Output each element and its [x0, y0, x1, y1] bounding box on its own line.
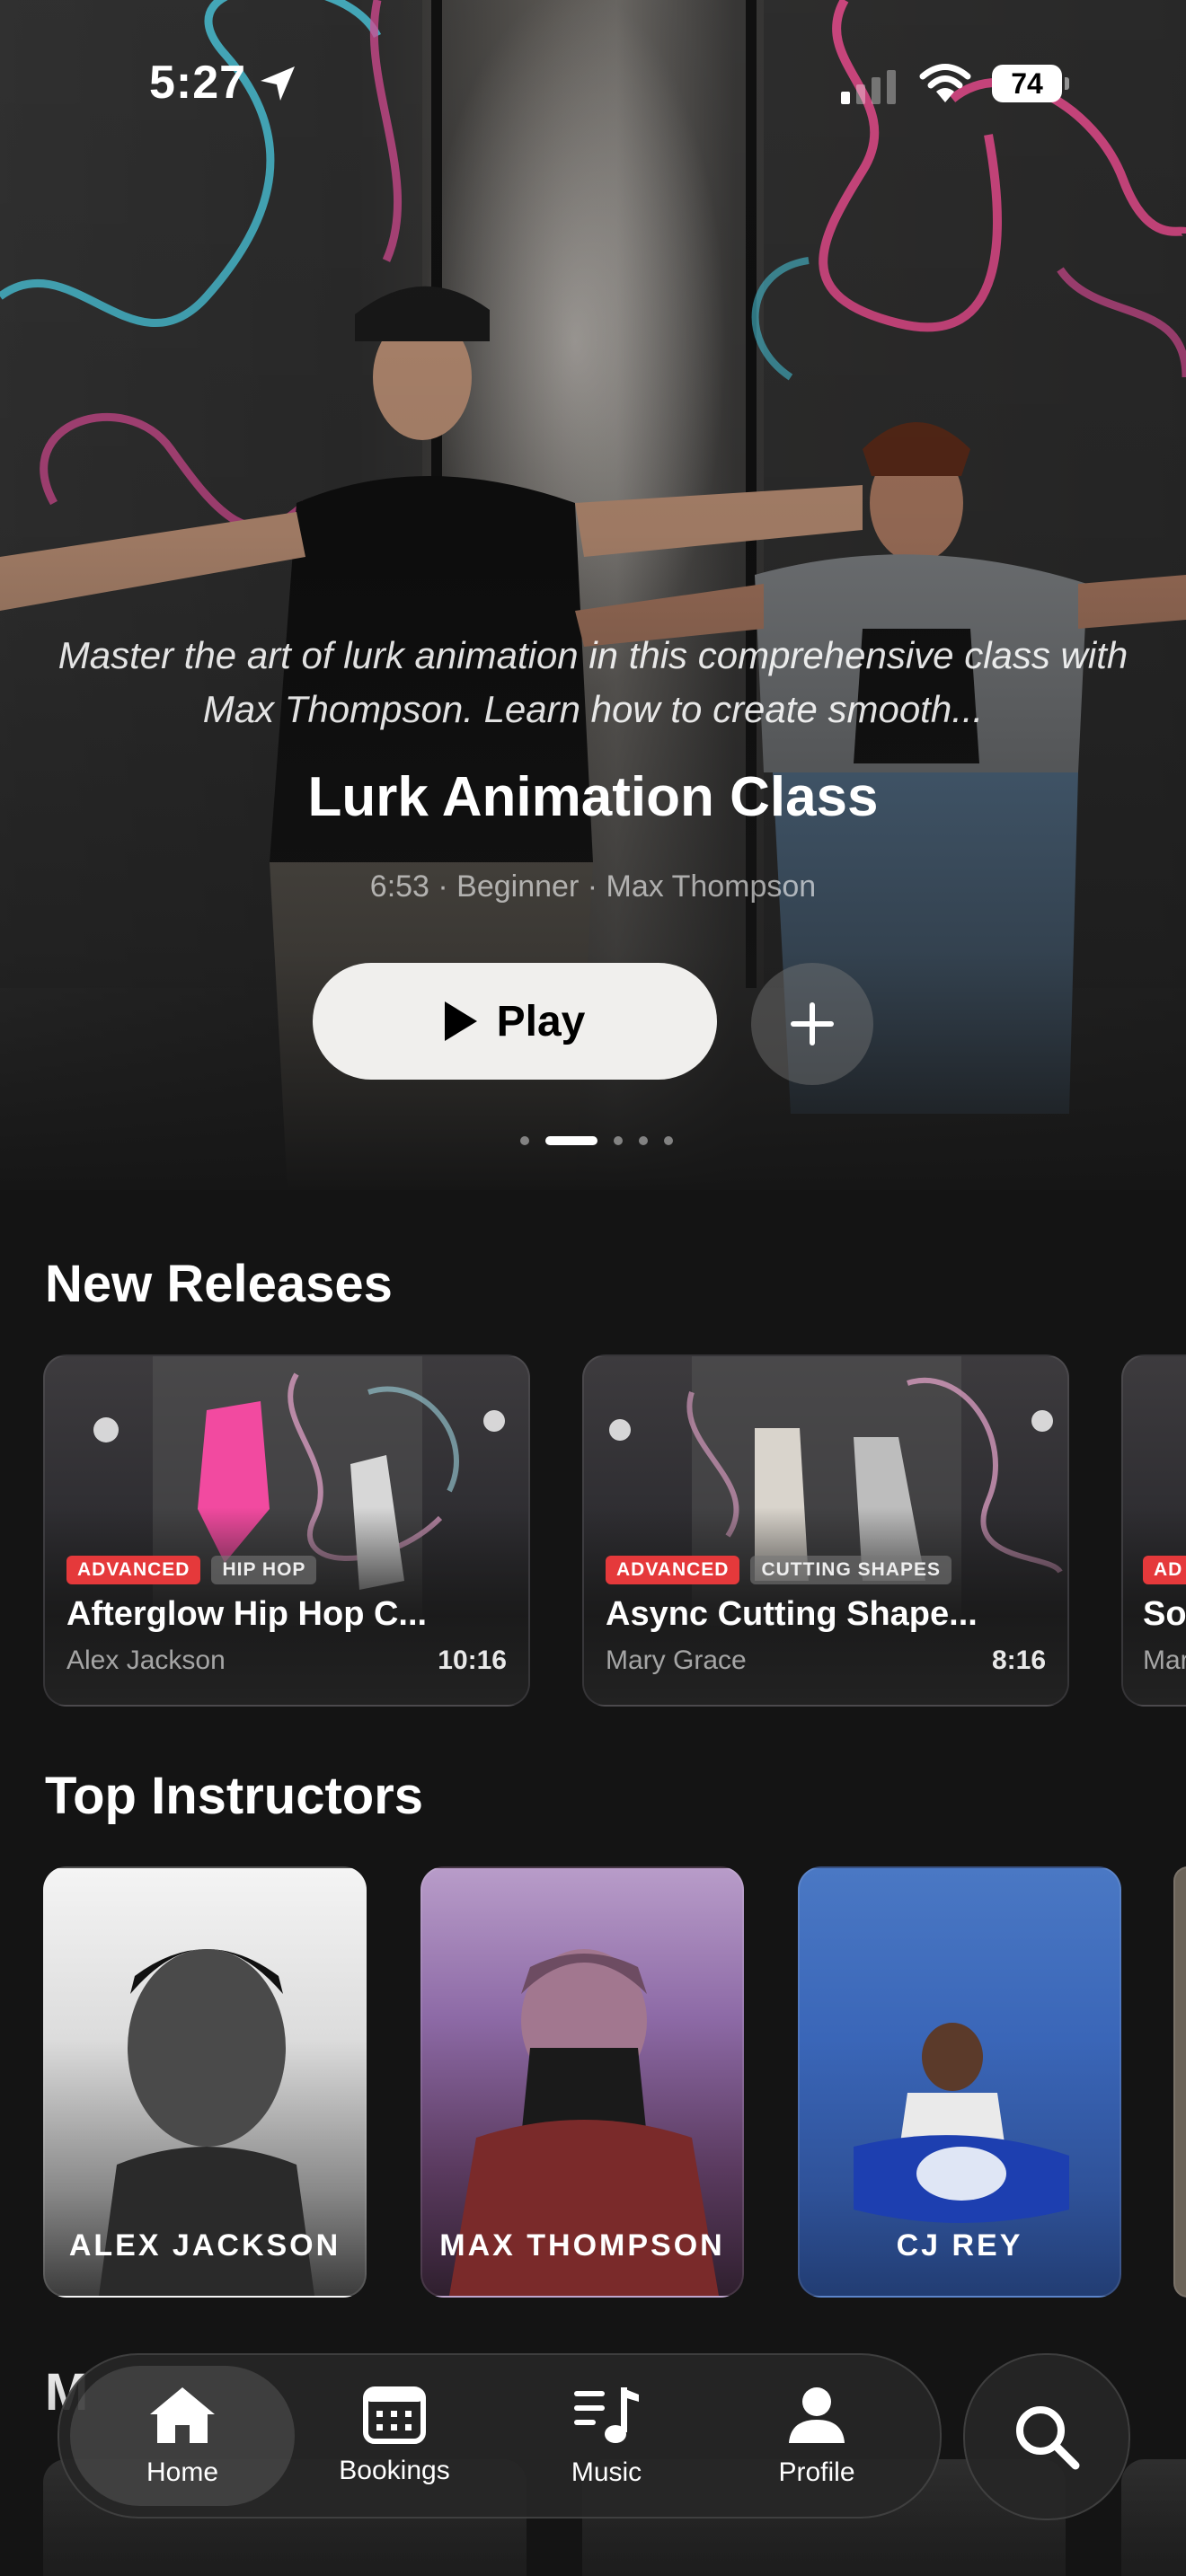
new-releases-title: New Releases — [45, 1255, 393, 1313]
music-note-icon — [574, 2387, 639, 2443]
hero-description: Master the art of lurk animation in this… — [58, 634, 1128, 730]
top-instructors-title: Top Instructors — [45, 1767, 424, 1825]
page-dot-active[interactable] — [545, 1136, 597, 1145]
person-icon — [789, 2387, 845, 2443]
hero-banner[interactable]: 5:27 74 Master the art of lurk animation… — [0, 0, 1186, 1190]
release-card[interactable]: ADVANCED HIP HOP Afterglow Hip Hop C... … — [43, 1354, 530, 1707]
battery-cap — [1065, 77, 1069, 90]
page-dot[interactable] — [520, 1136, 529, 1145]
magnifying-glass-icon — [1016, 2406, 1080, 2470]
tab-label: Music — [571, 2457, 642, 2487]
card-tags: ADVANCED HIP HOP — [66, 1556, 327, 1584]
instructor-card[interactable]: CJ REY — [798, 1866, 1121, 2298]
status-bar: 5:27 74 — [0, 50, 1186, 122]
search-button[interactable] — [963, 2353, 1130, 2520]
add-to-list-button[interactable] — [751, 963, 873, 1085]
tab-music[interactable]: Music — [494, 2366, 719, 2506]
card-instructor: Mar — [1143, 1645, 1186, 1675]
instructor-card-partial[interactable] — [1173, 1866, 1186, 2298]
instructor-name: ALEX JACKSON — [68, 2228, 341, 2263]
tab-label: Bookings — [339, 2456, 450, 2485]
card-instructor: Alex Jackson — [66, 1645, 226, 1675]
hero-meta: 6:53 · Beginner · Max Thompson — [369, 869, 817, 904]
genre-tag: CUTTING SHAPES — [750, 1556, 951, 1584]
genre-tag: HIP HOP — [211, 1556, 317, 1584]
card-duration: 10:16 — [438, 1645, 507, 1675]
card-tags: AD — [1143, 1556, 1186, 1584]
play-button[interactable]: Play — [313, 963, 717, 1080]
instructor-card[interactable]: MAX THOMPSON — [420, 1866, 744, 2298]
tab-label: Profile — [778, 2457, 855, 2487]
tab-bar: Home Bookings Music Profile — [58, 2353, 942, 2519]
card-title: Async Cutting Shape... — [606, 1595, 978, 1633]
status-time: 5:27 — [149, 57, 247, 109]
release-card[interactable]: ADVANCED CUTTING SHAPES Async Cutting Sh… — [582, 1354, 1069, 1707]
card-title: Afterglow Hip Hop C... — [66, 1595, 428, 1633]
card-title: So — [1143, 1595, 1186, 1633]
level-tag: ADVANCED — [606, 1556, 740, 1584]
card-instructor: Mary Grace — [606, 1645, 747, 1675]
tab-profile[interactable]: Profile — [704, 2366, 929, 2506]
hero-title: Lurk Animation Class — [307, 766, 879, 828]
page-dot[interactable] — [639, 1136, 648, 1145]
level-tag: ADVANCED — [66, 1556, 201, 1584]
instructor-name: CJ REY — [896, 2228, 1023, 2263]
battery-level: 74 — [992, 65, 1062, 102]
calendar-icon — [363, 2386, 426, 2444]
house-icon — [150, 2387, 215, 2443]
release-card-partial[interactable]: AD So Mar — [1121, 1354, 1186, 1707]
instructor-card[interactable]: ALEX JACKSON — [43, 1866, 367, 2298]
card-duration: 8:16 — [991, 1645, 1046, 1675]
battery-indicator: 74 — [992, 65, 1069, 104]
card-tags: ADVANCED CUTTING SHAPES — [606, 1556, 962, 1584]
play-button-label: Play — [496, 997, 586, 1045]
cellular-signal-icon — [841, 70, 896, 104]
level-tag: AD — [1143, 1556, 1186, 1584]
plus-icon — [791, 1002, 834, 1045]
page-dot[interactable] — [664, 1136, 673, 1145]
tab-bookings[interactable]: Bookings — [282, 2366, 507, 2506]
tab-home[interactable]: Home — [70, 2366, 295, 2506]
play-icon — [444, 1001, 477, 1041]
wifi-icon — [919, 64, 971, 102]
location-arrow-icon — [261, 66, 295, 101]
tab-label: Home — [146, 2457, 219, 2487]
instructor-name: MAX THOMPSON — [439, 2228, 725, 2263]
page-indicator[interactable] — [512, 1135, 681, 1146]
page-dot[interactable] — [614, 1136, 623, 1145]
